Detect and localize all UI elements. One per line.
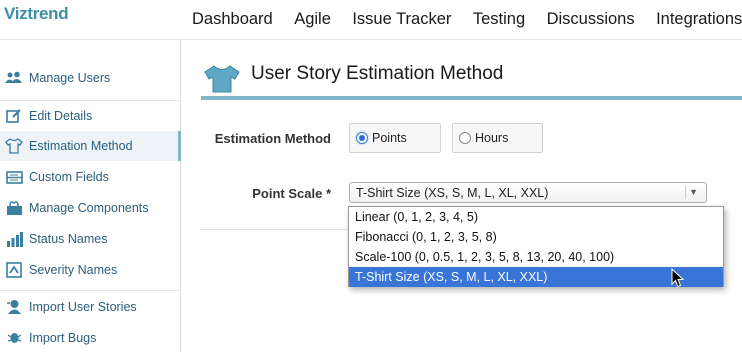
sidebar-item-estimation-method[interactable]: Estimation Method: [0, 131, 181, 161]
nav-agile[interactable]: Agile: [294, 10, 331, 29]
components-icon: [5, 199, 23, 217]
users-icon: [5, 69, 23, 87]
option-tshirt-size[interactable]: T-Shirt Size (XS, S, M, L, XL, XXL): [349, 267, 723, 287]
brand-logo[interactable]: Viztrend: [4, 4, 69, 24]
point-scale-value: T-Shirt Size (XS, S, M, L, XL, XXL): [356, 185, 549, 200]
sidebar-item-status-names[interactable]: Status Names: [0, 224, 181, 254]
nav-dashboard[interactable]: Dashboard: [192, 10, 273, 29]
sidebar-item-custom-fields[interactable]: Custom Fields: [0, 162, 181, 192]
hours-label: Hours: [475, 131, 509, 145]
sidebar-item-severity-names[interactable]: Severity Names: [0, 255, 181, 285]
sidebar-item-label: Import Bugs: [29, 331, 97, 345]
nav-integrations[interactable]: Integrations: [656, 10, 742, 29]
tshirt-icon: [203, 64, 241, 99]
estimation-method-label: Estimation Method: [214, 131, 331, 146]
import-bugs-icon: [5, 329, 23, 347]
points-label: Points: [372, 131, 407, 145]
points-option[interactable]: Points: [349, 123, 441, 153]
page-title: User Story Estimation Method: [251, 63, 504, 84]
sidebar-item-edit-details[interactable]: Edit Details: [0, 101, 181, 131]
sidebar-item-label: Severity Names: [29, 263, 118, 277]
sidebar-item-label: Manage Components: [29, 201, 149, 215]
hours-option[interactable]: Hours: [452, 123, 543, 153]
sidebar-item-label: Manage Users: [29, 71, 111, 85]
sidebar-item-label: Import User Stories: [29, 300, 137, 314]
sidebar-item-manage-users[interactable]: Manage Users: [0, 63, 181, 93]
option-linear[interactable]: Linear (0, 1, 2, 3, 4, 5): [349, 207, 723, 227]
nav-discussions[interactable]: Discussions: [547, 10, 635, 29]
severity-icon: [5, 261, 23, 279]
fields-icon: [5, 168, 23, 186]
nav-testing[interactable]: Testing: [473, 10, 525, 29]
sidebar-item-manage-components[interactable]: Manage Components: [0, 193, 181, 223]
option-fibonacci[interactable]: Fibonacci (0, 1, 2, 3, 5, 8): [349, 227, 723, 247]
select-divider: [685, 186, 686, 199]
sidebar-item-import-user-stories[interactable]: Import User Stories: [0, 292, 181, 322]
main-nav: Dashboard Agile Issue Tracker Testing Di…: [186, 10, 742, 29]
mouse-cursor-icon: [671, 267, 685, 293]
sidebar-item-label: Estimation Method: [29, 139, 133, 153]
sidebar-item-label: Status Names: [29, 232, 108, 246]
sidebar: Manage Users Edit Details Estimation Met…: [0, 40, 181, 352]
sidebar-item-label: Custom Fields: [29, 170, 109, 184]
sidebar-item-import-bugs[interactable]: Import Bugs: [0, 323, 181, 352]
point-scale-select[interactable]: T-Shirt Size (XS, S, M, L, XL, XXL) ▼: [349, 182, 707, 203]
hours-radio[interactable]: [459, 132, 471, 144]
option-scale-100[interactable]: Scale-100 (0, 0.5, 1, 2, 3, 5, 8, 13, 20…: [349, 247, 723, 267]
tshirt-icon: [5, 137, 23, 155]
divider: [0, 290, 181, 291]
page-header: User Story Estimation Method: [201, 58, 742, 100]
sidebar-item-label: Edit Details: [29, 109, 93, 123]
point-scale-dropdown: Linear (0, 1, 2, 3, 4, 5) Fibonacci (0, …: [348, 206, 724, 287]
points-radio[interactable]: [356, 132, 368, 144]
nav-issue-tracker[interactable]: Issue Tracker: [352, 10, 451, 29]
point-scale-label: Point Scale *: [252, 186, 331, 201]
top-bar: Viztrend Dashboard Agile Issue Tracker T…: [0, 0, 742, 40]
chevron-down-icon: ▼: [689, 187, 698, 197]
bars-icon: [5, 230, 23, 248]
edit-icon: [5, 107, 23, 125]
import-stories-icon: [5, 298, 23, 316]
form-divider: [201, 229, 349, 230]
